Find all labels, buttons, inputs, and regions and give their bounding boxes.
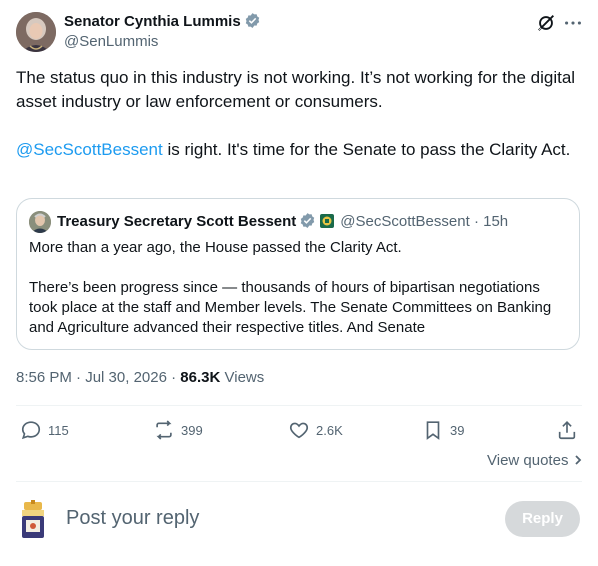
verified-badge-icon — [299, 212, 316, 235]
reply-input[interactable]: Post your reply — [66, 505, 199, 531]
repost-icon — [156, 420, 172, 440]
reply-count: 115 — [48, 422, 69, 438]
divider — [16, 481, 582, 482]
like-button[interactable]: 2.6K — [288, 418, 343, 442]
divider — [16, 405, 582, 406]
separator-dot: · — [473, 213, 479, 230]
reply-icon — [21, 421, 41, 440]
bookmark-count: 39 — [450, 422, 465, 438]
share-button[interactable] — [556, 418, 584, 442]
tweet-paragraph-2-rest: is right. It's time for the Senate to pa… — [162, 140, 571, 159]
tweet-paragraph-1: The status quo in this industry is not w… — [16, 68, 576, 111]
quoted-tweet-text: More than a year ago, the House passed t… — [29, 238, 569, 338]
current-user-avatar[interactable] — [18, 500, 54, 540]
quoted-author-name: Treasury Secretary Scott Bessent — [57, 213, 297, 230]
quoted-author-avatar — [29, 211, 51, 233]
tweet-metadata: 8:56 PM · Jul 30, 2026 · 86.3K Views — [16, 368, 264, 388]
share-icon — [558, 421, 576, 440]
reply-submit-button[interactable]: Reply — [505, 501, 580, 537]
view-quotes-label: View quotes — [487, 452, 569, 469]
bookmark-button[interactable]: 39 — [422, 418, 464, 442]
repost-button[interactable]: 399 — [153, 418, 203, 442]
quoted-author-handle: @SecScottBessent — [340, 213, 470, 230]
verified-badge-icon — [244, 12, 261, 35]
view-quotes-link[interactable]: View quotes — [487, 451, 583, 471]
chevron-right-icon — [574, 455, 581, 465]
heart-icon — [289, 422, 309, 439]
like-count: 2.6K — [316, 422, 343, 438]
quoted-paragraph-2: There’s been progress since — thousands … — [29, 279, 552, 336]
quoted-tweet-header: Treasury Secretary Scott Bessent @SecScot… — [57, 212, 508, 235]
author-handle[interactable]: @SenLummis — [64, 32, 158, 52]
tweet-text: The status quo in this industry is not w… — [16, 66, 576, 162]
more-options-icon[interactable] — [562, 12, 584, 34]
views-count: 86.3K — [180, 369, 221, 386]
views-label: Views — [224, 369, 265, 386]
separator-dot: · — [171, 369, 177, 386]
repost-count: 399 — [181, 422, 203, 438]
quoted-tweet[interactable]: Treasury Secretary Scott Bessent @SecScot… — [16, 198, 580, 350]
separator-dot: · — [76, 369, 82, 386]
author-name-text: Senator Cynthia Lummis — [64, 13, 241, 30]
author-avatar[interactable] — [16, 12, 56, 52]
reply-button[interactable]: 115 — [20, 418, 69, 442]
bookmark-icon — [426, 421, 440, 440]
mention-link[interactable]: @SecScottBessent — [16, 140, 163, 159]
grok-icon[interactable] — [535, 12, 557, 34]
tweet-paragraph-2: @SecScottBessent is right. It's time for… — [16, 138, 576, 162]
government-affiliation-icon — [320, 214, 335, 228]
post-time[interactable]: 8:56 PM — [16, 369, 72, 386]
post-date[interactable]: Jul 30, 2026 — [85, 369, 167, 386]
quoted-paragraph-1: More than a year ago, the House passed t… — [29, 239, 402, 256]
quoted-tweet-time: 15h — [483, 213, 509, 230]
